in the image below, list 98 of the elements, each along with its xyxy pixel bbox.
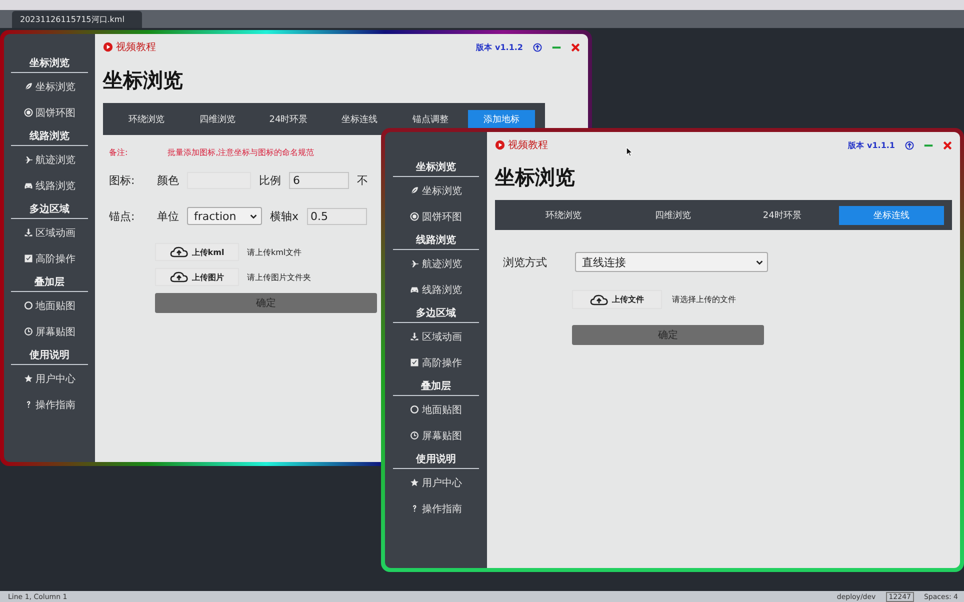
- video-tutorial-link[interactable]: 视频教程: [103, 40, 156, 54]
- sidebar-item[interactable]: 坐标浏览: [410, 178, 462, 203]
- clock-icon: [24, 327, 32, 336]
- sidebar-item[interactable]: 航迹浏览: [24, 147, 76, 172]
- sidebar-heading: 叠加层: [11, 271, 88, 292]
- anchor-label: 锚点:: [108, 208, 136, 224]
- sidebar-item[interactable]: 屏幕贴图: [24, 319, 76, 344]
- file-tab[interactable]: 20231126115715河口.kml: [12, 11, 142, 28]
- tab[interactable]: 24时环景: [255, 110, 322, 128]
- version-label: 版本 v1.1.1: [848, 140, 895, 150]
- x-axis-input[interactable]: 0.5: [306, 208, 367, 224]
- sidebar-item[interactable]: 区域动画: [24, 220, 76, 245]
- leaf-icon: [410, 186, 419, 195]
- sidebar-item[interactable]: 高阶操作: [410, 350, 462, 375]
- cursor-icon: [626, 147, 633, 157]
- sidebar-item[interactable]: 坐标浏览: [24, 74, 76, 99]
- page-title: 坐标浏览: [495, 164, 576, 191]
- download-icon: [410, 332, 419, 341]
- car-icon: [410, 285, 419, 294]
- sidebar-item[interactable]: 圆饼环图: [410, 204, 462, 229]
- sidebar-item[interactable]: 航迹浏览: [410, 251, 462, 276]
- note-label: 备注:: [108, 147, 128, 158]
- sidebar-heading: 使用说明: [393, 448, 479, 469]
- sidebar-heading: 坐标浏览: [11, 52, 88, 73]
- unit-select[interactable]: fraction: [187, 207, 262, 225]
- sidebar-item[interactable]: 线路浏览: [24, 173, 76, 198]
- sidebar-heading: 多边区域: [11, 198, 88, 219]
- tab[interactable]: 四维浏览: [184, 110, 251, 128]
- tab[interactable]: 坐标连线: [326, 110, 393, 128]
- cloud-upload-icon: [590, 294, 608, 306]
- plane-icon: [24, 155, 32, 164]
- leaf-icon: [24, 82, 32, 91]
- sidebar-heading: 叠加层: [393, 375, 479, 396]
- sidebar-item[interactable]: 线路浏览: [410, 277, 462, 302]
- tab[interactable]: 环绕浏览: [113, 110, 180, 128]
- sidebar-item[interactable]: 高阶操作: [24, 246, 76, 271]
- check-icon: [410, 358, 419, 367]
- sidebar-heading: 线路浏览: [11, 125, 88, 146]
- browse-mode-label: 浏览方式: [503, 254, 547, 270]
- tab[interactable]: 环绕浏览: [511, 206, 616, 224]
- star-icon: [410, 478, 419, 487]
- clock-icon: [410, 431, 419, 440]
- video-tutorial-link[interactable]: 视频教程: [495, 138, 548, 152]
- upgrade-icon[interactable]: [905, 140, 914, 150]
- sidebar-item[interactable]: 地面贴图: [410, 397, 462, 422]
- cloud-upload-icon: [170, 271, 188, 283]
- tab[interactable]: 添加地标: [468, 110, 535, 128]
- sidebar-heading: 线路浏览: [393, 229, 479, 250]
- sidebar-item[interactable]: 圆饼环图: [24, 100, 76, 125]
- circle-icon: [24, 301, 32, 310]
- chevron-down-icon: [755, 258, 764, 266]
- plane-icon: [410, 259, 419, 268]
- sidebar-item[interactable]: 用户中心: [24, 366, 76, 391]
- question-icon: [410, 504, 419, 513]
- sidebar-item[interactable]: 用户中心: [410, 470, 462, 495]
- upload-hint: 请上传图片文件夹: [247, 272, 311, 282]
- sidebar-heading: 多边区域: [393, 302, 479, 323]
- car-icon: [24, 181, 32, 190]
- version-label: 版本 v1.1.2: [476, 42, 523, 52]
- sidebar-item[interactable]: 屏幕贴图: [410, 423, 462, 448]
- chevron-down-icon: [249, 212, 258, 220]
- upload-button[interactable]: 上传文件: [572, 290, 662, 309]
- upgrade-icon[interactable]: [533, 42, 542, 52]
- tab[interactable]: 锚点调整: [397, 110, 464, 128]
- circle-icon: [410, 405, 419, 414]
- sidebar-item[interactable]: 操作指南: [410, 496, 462, 521]
- sidebar-heading: 使用说明: [11, 344, 88, 365]
- cloud-upload-icon: [170, 246, 188, 258]
- close-icon[interactable]: [943, 140, 952, 150]
- tab[interactable]: 24时环景: [730, 206, 835, 224]
- check-icon: [24, 254, 32, 263]
- upload-button[interactable]: 上传kml: [155, 243, 239, 261]
- play-icon: [495, 140, 505, 150]
- upload-hint: 请选择上传的文件: [672, 294, 736, 305]
- radio-icon: [410, 212, 419, 221]
- download-icon: [24, 228, 32, 237]
- scale-label: 比例: [259, 173, 281, 188]
- browse-mode-select[interactable]: 直线连接: [575, 252, 768, 272]
- play-icon: [103, 42, 113, 52]
- sidebar-item[interactable]: 操作指南: [24, 392, 76, 417]
- x-axis-label: 横轴x: [270, 208, 299, 224]
- tab[interactable]: 四维浏览: [620, 206, 726, 224]
- upload-hint: 请上传kml文件: [247, 246, 302, 258]
- sidebar-heading: 坐标浏览: [393, 156, 479, 177]
- note-text: 批量添加图标,注意坐标与图标的命名规范: [168, 147, 314, 158]
- color-label: 颜色: [157, 173, 179, 188]
- page-title: 坐标浏览: [103, 67, 184, 94]
- sidebar-item[interactable]: 地面贴图: [24, 293, 76, 318]
- radio-icon: [24, 108, 32, 117]
- upload-button[interactable]: 上传图片: [155, 268, 239, 286]
- tab[interactable]: 坐标连线: [838, 206, 944, 224]
- star-icon: [24, 374, 32, 383]
- sidebar-item[interactable]: 区域动画: [410, 324, 462, 349]
- close-icon[interactable]: [571, 42, 580, 52]
- icon-label: 图标:: [108, 173, 136, 188]
- unit-label: 单位: [157, 208, 179, 224]
- opacity-label: 不: [357, 173, 368, 188]
- scale-input[interactable]: 6: [289, 172, 349, 189]
